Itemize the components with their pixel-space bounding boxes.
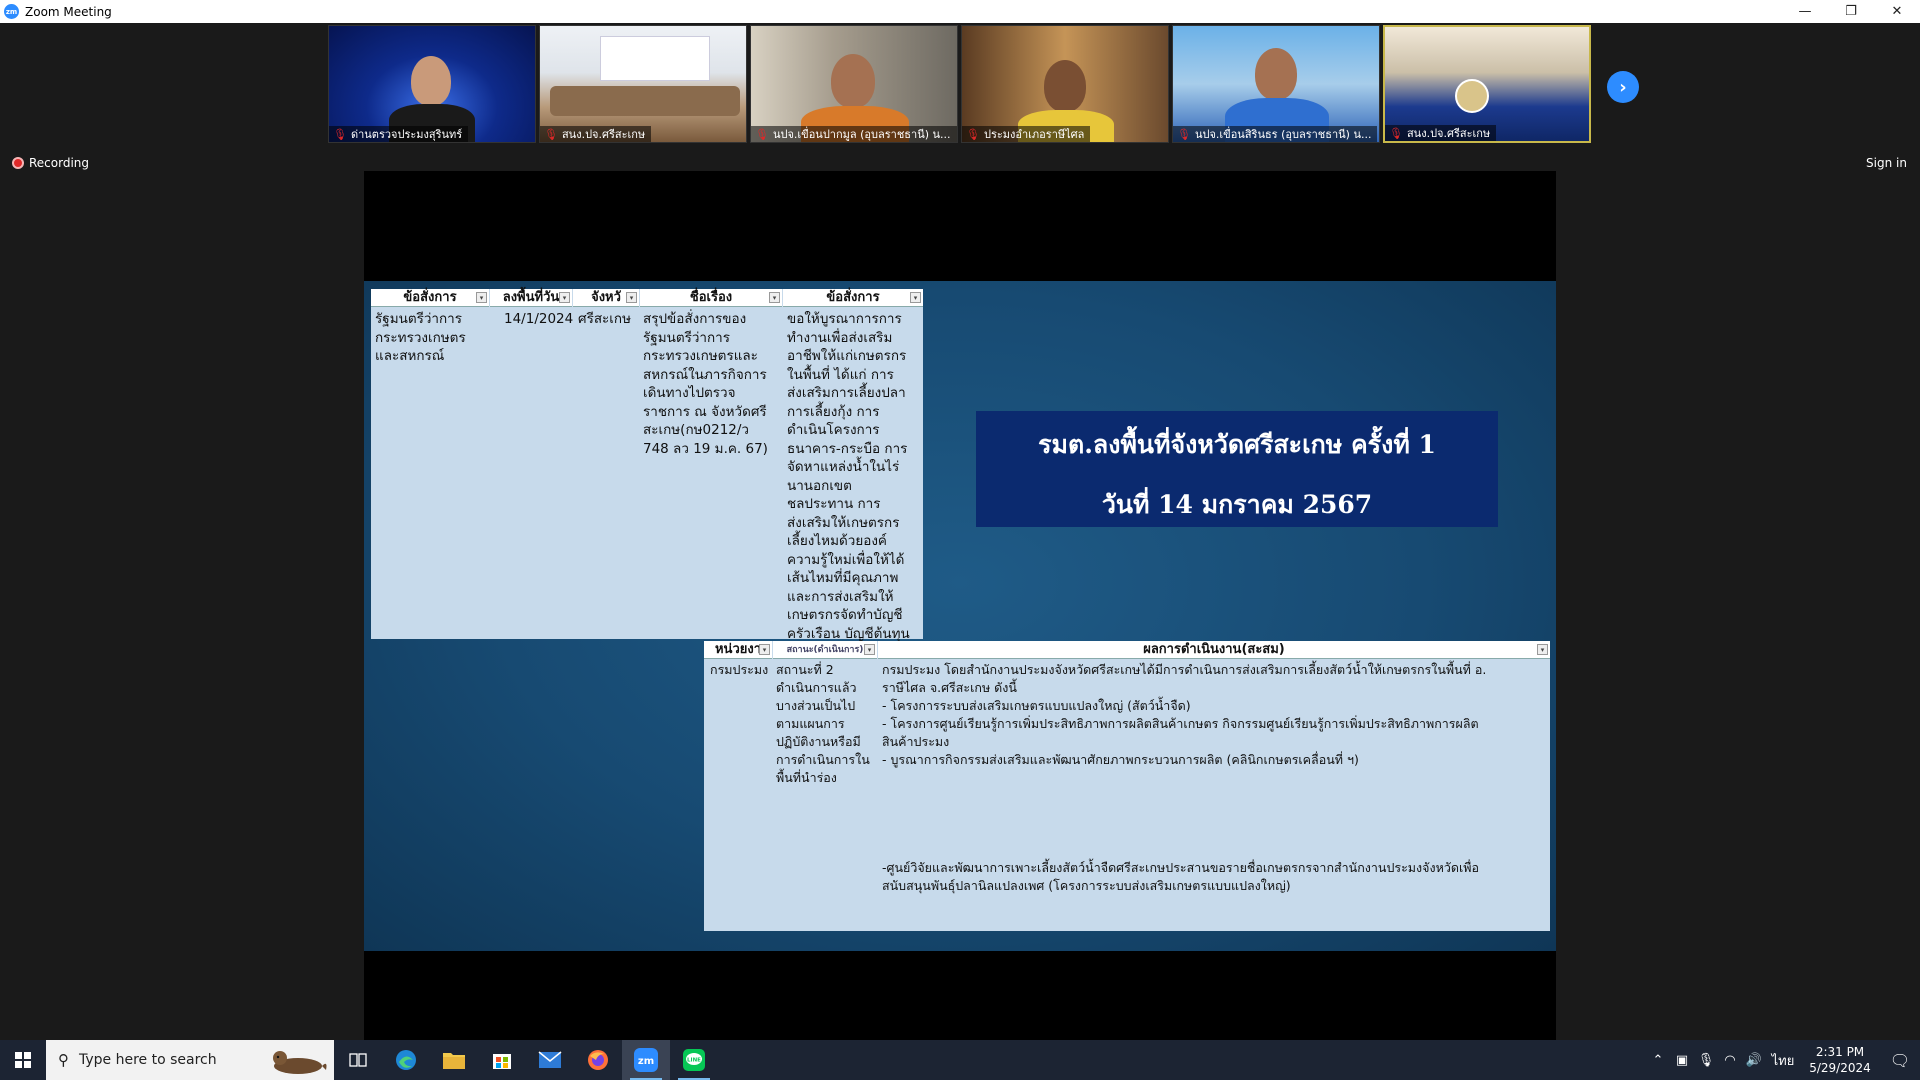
- language-indicator[interactable]: ไทย: [1766, 1050, 1800, 1071]
- minimize-button[interactable]: —: [1782, 0, 1828, 23]
- shared-screen: ข้อสั่งการ ▾ ลงพื้นที่วัน ▾ จังหวั ▾ ชื่อเร…: [364, 171, 1556, 1040]
- participant-name: นปจ.เขื่อนปากมูล (อุบลราชธานี) น...: [772, 128, 951, 141]
- line-icon[interactable]: LINE: [670, 1040, 718, 1080]
- column-header[interactable]: ข้อสั่งการ ▾: [783, 289, 923, 307]
- muted-mic-icon: 🎙: [1389, 126, 1403, 140]
- microphone-icon[interactable]: 🎙: [1694, 1053, 1718, 1068]
- table-cell[interactable]: ศรีสะเกษ: [578, 310, 640, 329]
- table-cell[interactable]: สรุปข้อสั่งการของ รัฐมนตรีว่าการ กระทรวง…: [643, 310, 781, 458]
- column-header[interactable]: ลงพื้นที่วัน ▾: [490, 289, 572, 307]
- column-header[interactable]: ข้อสั่งการ ▾: [371, 289, 489, 307]
- column-header[interactable]: สถานะ(ดำเนินการ) ▾: [773, 641, 877, 659]
- search-placeholder: Type here to search: [79, 1052, 217, 1068]
- windows-taskbar: ⚲ Type here to search zm LINE ⌃ ▣ 🎙 ◠ 🔊: [0, 1040, 1920, 1080]
- close-button[interactable]: ✕: [1874, 0, 1920, 23]
- svg-text:zm: zm: [638, 1056, 654, 1067]
- clock-time: 2:31 PM: [1815, 1045, 1865, 1059]
- filter-dropdown-icon: ▾: [626, 292, 637, 303]
- taskbar-search[interactable]: ⚲ Type here to search: [46, 1040, 334, 1080]
- slide-title-banner: รมต.ลงพื้นที่จังหวัดศรีสะเกษ ครั้งที่ 1 …: [976, 411, 1498, 527]
- sign-in-link[interactable]: Sign in: [1866, 156, 1907, 170]
- title-bar: zm Zoom Meeting — ❐ ✕: [0, 0, 1920, 23]
- muted-mic-icon: 🎙: [1177, 127, 1191, 141]
- column-header[interactable]: หน่วยงา ▾: [704, 641, 772, 659]
- system-tray: ⌃ ▣ 🎙 ◠ 🔊 ไทย 2:31 PM 5/29/2024 🗨: [1646, 1040, 1920, 1080]
- participant-name: นปจ.เขื่อนสิรินธร (อุบลราชธานี) น...: [1194, 128, 1372, 141]
- participant-strip: 🎙 ด่านตรวจประมงสุรินทร์ 🎙 สนง.ปจ.ศรีสะเกษ …: [328, 25, 1591, 143]
- column-header[interactable]: จังหวั ▾: [573, 289, 639, 307]
- muted-mic-icon: 🎙: [333, 127, 347, 141]
- wifi-icon[interactable]: ◠: [1718, 1053, 1742, 1068]
- filter-dropdown-icon: ▾: [769, 292, 780, 303]
- muted-mic-icon: 🎙: [544, 127, 558, 141]
- recording-indicator[interactable]: Recording: [12, 156, 89, 170]
- column-header[interactable]: ผลการดำเนินงาน(สะสม) ▾: [878, 641, 1550, 659]
- record-dot-icon: [12, 157, 24, 169]
- file-explorer-icon[interactable]: [430, 1040, 478, 1080]
- muted-mic-icon: 🎙: [755, 127, 769, 141]
- task-view-icon[interactable]: [334, 1040, 382, 1080]
- table-cell[interactable]: สถานะที่ 2 ดำเนินการแล้ว บางส่วนเป็นไป ต…: [776, 661, 876, 787]
- clock[interactable]: 2:31 PM 5/29/2024: [1800, 1044, 1880, 1076]
- restore-button[interactable]: ❐: [1828, 0, 1874, 23]
- table-cell[interactable]: กรมประมง โดยสำนักงานประมงจังหวัดศรีสะเกษ…: [882, 661, 1548, 769]
- participant-name: ประมงอำเภอราษีไศล: [983, 128, 1085, 141]
- table-cell[interactable]: รัฐมนตรีว่าการ กระทรวงเกษตร และสหกรณ์: [375, 310, 487, 366]
- participant-tile[interactable]: 🎙 สนง.ปจ.ศรีสะเกษ: [539, 25, 747, 143]
- spreadsheet-directive-table: ข้อสั่งการ ▾ ลงพื้นที่วัน ▾ จังหวั ▾ ชื่อเร…: [371, 289, 923, 642]
- zoom-icon[interactable]: zm: [622, 1040, 670, 1080]
- notification-icon[interactable]: 🗨: [1880, 1051, 1920, 1070]
- participant-name: สนง.ปจ.ศรีสะเกษ: [561, 128, 646, 141]
- edge-icon[interactable]: [382, 1040, 430, 1080]
- camera-icon[interactable]: ▣: [1670, 1053, 1694, 1068]
- filter-dropdown-icon: ▾: [759, 644, 770, 655]
- participant-name: ด่านตรวจประมงสุรินทร์: [350, 128, 463, 141]
- search-icon: ⚲: [58, 1051, 69, 1069]
- svg-text:LINE: LINE: [687, 1058, 701, 1064]
- filter-dropdown-icon: ▾: [864, 644, 875, 655]
- participant-name: สนง.ปจ.ศรีสะเกษ: [1406, 127, 1491, 140]
- windows-logo-icon: [15, 1052, 31, 1068]
- volume-icon[interactable]: 🔊: [1742, 1053, 1766, 1068]
- filter-dropdown-icon: ▾: [559, 292, 570, 303]
- firefox-icon[interactable]: [574, 1040, 622, 1080]
- recording-label: Recording: [29, 156, 90, 170]
- table-cell[interactable]: -ศูนย์วิจัยและพัฒนาการเพาะเลี้ยงสัตว์น้ำ…: [882, 859, 1548, 895]
- chevron-up-icon[interactable]: ⌃: [1646, 1053, 1670, 1068]
- start-button[interactable]: [0, 1040, 46, 1080]
- table-cell[interactable]: กรมประมง: [710, 661, 774, 679]
- muted-mic-icon: 🎙: [966, 127, 980, 141]
- next-page-chevron-icon[interactable]: ›: [1607, 71, 1639, 103]
- banner-date: วันที่ 14 มกราคม 2567: [1101, 490, 1373, 519]
- participant-tile[interactable]: 🎙 นปจ.เขื่อนปากมูล (อุบลราชธานี) น...: [750, 25, 958, 143]
- window-title: Zoom Meeting: [25, 4, 112, 19]
- clock-date: 5/29/2024: [1809, 1061, 1871, 1075]
- column-header[interactable]: ชื่อเรื่อง ▾: [640, 289, 782, 307]
- participant-tile-active[interactable]: 🎙 สนง.ปจ.ศรีสะเกษ: [1383, 25, 1591, 143]
- otter-illustration-icon: [273, 1051, 327, 1074]
- table-cell[interactable]: 14/1/2024: [504, 310, 574, 329]
- participant-tile[interactable]: 🎙 ด่านตรวจประมงสุรินทร์: [328, 25, 536, 143]
- spreadsheet-results-table: หน่วยงา ▾ สถานะ(ดำเนินการ) ▾ ผลการดำเนินงา…: [704, 641, 1550, 931]
- filter-dropdown-icon: ▾: [476, 292, 487, 303]
- banner-title: รมต.ลงพื้นที่จังหวัดศรีสะเกษ ครั้งที่ 1: [1038, 430, 1436, 459]
- participant-tile[interactable]: 🎙 นปจ.เขื่อนสิรินธร (อุบลราชธานี) น...: [1172, 25, 1380, 143]
- filter-dropdown-icon: ▾: [1537, 644, 1548, 655]
- zoom-app-icon: zm: [4, 4, 19, 19]
- mail-icon[interactable]: [526, 1040, 574, 1080]
- store-icon[interactable]: [478, 1040, 526, 1080]
- table-cell[interactable]: ขอให้บูรณาการการ ทำงานเพื่อส่งเสริม อาชี…: [787, 310, 923, 643]
- filter-dropdown-icon: ▾: [910, 292, 921, 303]
- meeting-stage: 🎙 ด่านตรวจประมงสุรินทร์ 🎙 สนง.ปจ.ศรีสะเกษ …: [0, 23, 1920, 1040]
- presentation-slide: ข้อสั่งการ ▾ ลงพื้นที่วัน ▾ จังหวั ▾ ชื่อเร…: [364, 281, 1556, 951]
- participant-tile[interactable]: 🎙 ประมงอำเภอราษีไศล: [961, 25, 1169, 143]
